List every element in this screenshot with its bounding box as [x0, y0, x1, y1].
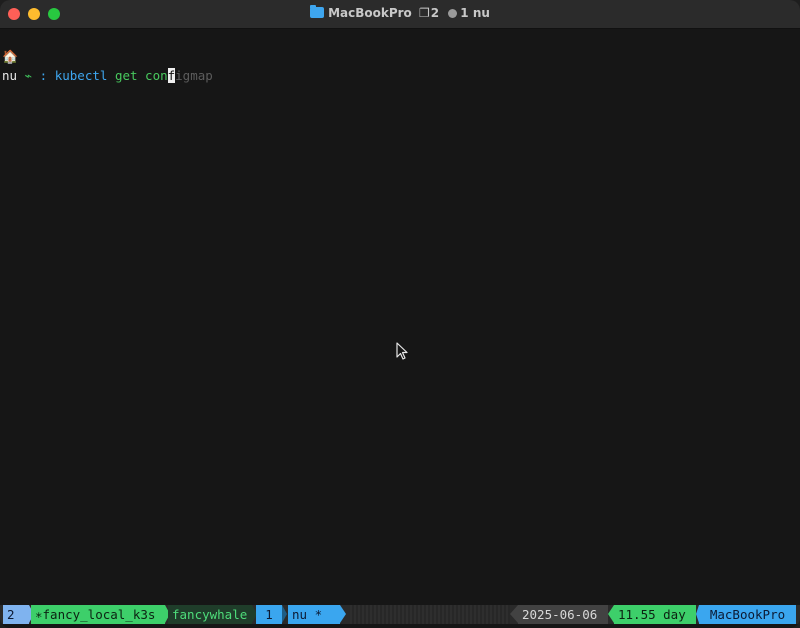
title-bar[interactable]: MacBookPro ❐2 1 nu [0, 0, 800, 29]
window-title: MacBookPro ❐2 1 nu [0, 5, 800, 20]
status-session-name[interactable]: ∗fancy_local_k3s [31, 605, 165, 624]
status-hostname: MacBookPro [699, 605, 796, 624]
tabs-icon: ❐ [418, 6, 430, 20]
chevron-right-icon [282, 605, 287, 623]
pane-dot-icon [448, 9, 458, 18]
status-pane-index[interactable]: 1 [256, 605, 282, 624]
command-text: kubectl [54, 68, 108, 83]
chevron-left-icon [510, 605, 518, 623]
title-host: MacBookPro [328, 6, 412, 20]
prompt-colon: : [39, 68, 48, 83]
autocomplete-hint: igmap [175, 68, 213, 83]
folder-icon [310, 5, 325, 18]
tmux-status-bar: 2 ∗fancy_local_k3s fancywhale 1 nu * 202… [0, 605, 800, 624]
title-panes: 1 nu [460, 6, 490, 20]
status-window-index[interactable]: 2 [3, 605, 29, 624]
status-filler [350, 605, 510, 624]
status-pane-name[interactable]: nu * [288, 605, 340, 624]
status-uptime: 11.55 day [614, 605, 696, 624]
terminal-window: MacBookPro ❐2 1 nu 🏠 nu ⌁ : kubectl get … [0, 0, 800, 628]
status-context-name[interactable]: fancywhale [168, 605, 252, 624]
status-date: 2025-06-06 [518, 605, 608, 624]
home-icon: 🏠 [2, 50, 19, 65]
chevron-right-icon [340, 605, 346, 623]
command-arg: get [114, 68, 138, 83]
typed-text: con [145, 68, 168, 83]
mouse-pointer-icon [396, 342, 408, 360]
title-tabs: 2 [430, 6, 440, 20]
prompt-line[interactable]: nu ⌁ : kubectl get configmap [2, 68, 213, 83]
prompt-shell-name: nu [2, 68, 18, 83]
prompt-arrow-icon: ⌁ [24, 68, 33, 83]
terminal-content[interactable]: 🏠 nu ⌁ : kubectl get configmap [2, 48, 213, 85]
